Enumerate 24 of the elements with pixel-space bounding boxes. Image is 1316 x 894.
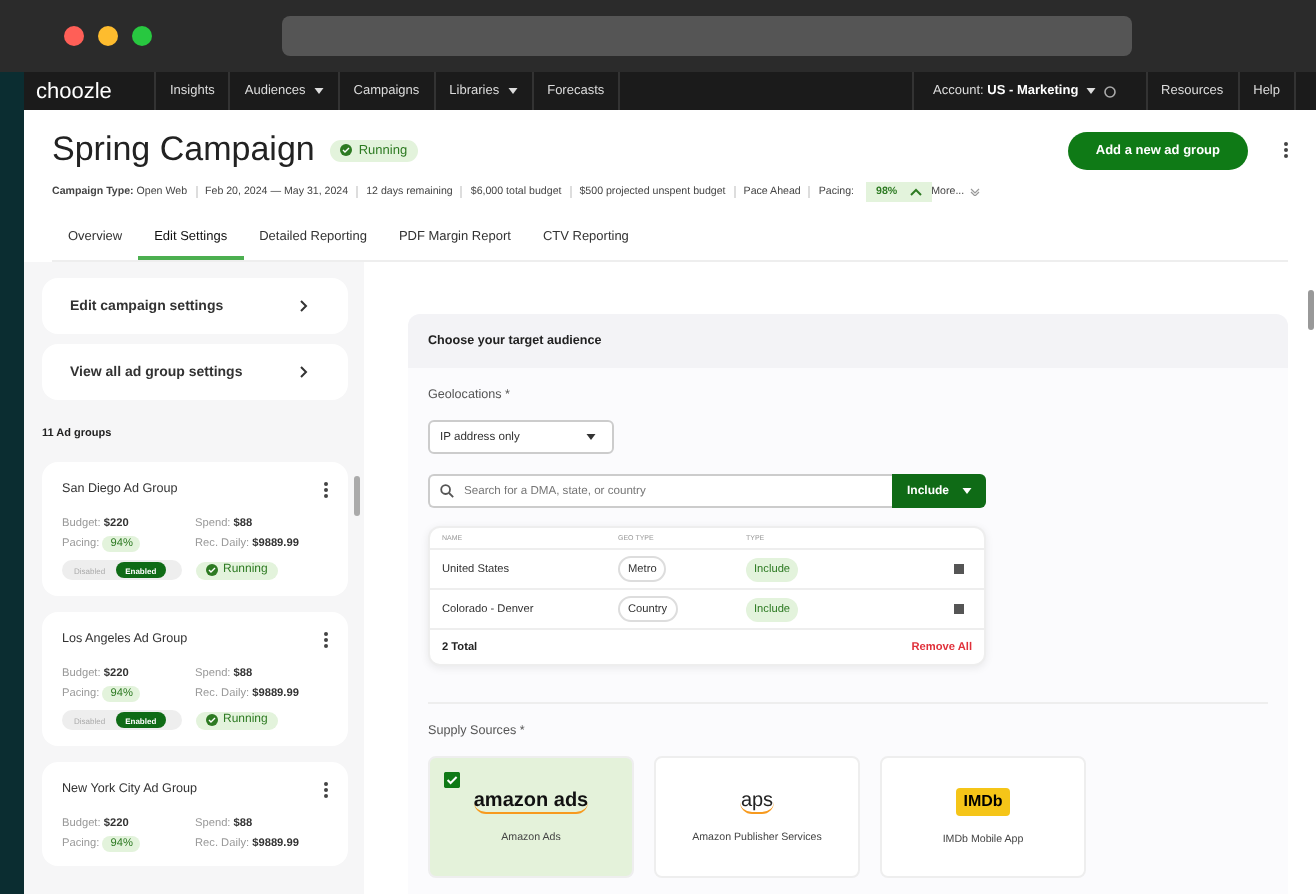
globe-icon <box>1104 85 1117 97</box>
brand-logo: amazon ads <box>473 791 589 813</box>
minimize-window-icon[interactable] <box>98 26 118 46</box>
brand-logo: aps <box>740 791 774 813</box>
check-circle-icon <box>205 714 217 726</box>
campaign-title: Spring Campaign <box>52 130 315 170</box>
search-icon <box>440 484 454 498</box>
close-window-icon[interactable] <box>64 26 84 46</box>
caret-icon <box>961 488 971 494</box>
scrollbar-thumb[interactable] <box>1308 290 1314 330</box>
caret-icon <box>1086 88 1097 94</box>
brand-logo: IMDb <box>955 788 1011 816</box>
logo[interactable]: choozle <box>24 72 156 110</box>
chevron-right-icon <box>300 366 308 378</box>
caret-icon <box>507 88 518 94</box>
caret-icon <box>586 434 596 440</box>
caret-icon <box>313 88 324 94</box>
check-circle-icon <box>340 144 353 156</box>
maximize-window-icon[interactable] <box>132 26 152 46</box>
check-circle-icon <box>205 564 217 576</box>
checkbox-icon[interactable] <box>444 772 460 788</box>
scrollbar-thumb[interactable] <box>354 476 360 516</box>
chevron-right-icon <box>300 300 308 312</box>
chevron-down-icon <box>970 188 981 196</box>
